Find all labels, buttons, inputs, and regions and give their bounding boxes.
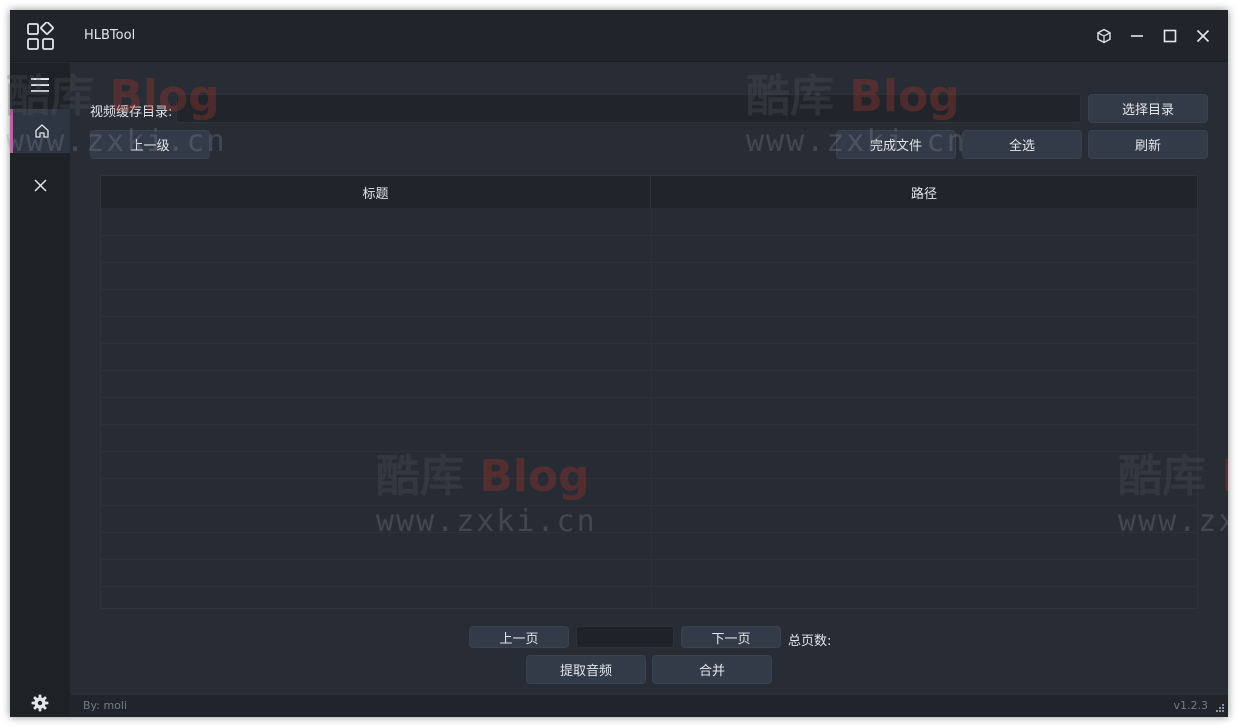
gear-icon [31, 694, 49, 712]
app-window: HLBTool 视频缓存目录: 选择目录 上一级 完成文件 全选 刷新 标题 路… [6, 10, 1228, 717]
column-header-title[interactable]: 标题 [101, 176, 651, 208]
file-table[interactable]: 标题 路径 [100, 175, 1198, 609]
select-all-button[interactable]: 全选 [962, 130, 1082, 159]
page-number-input[interactable] [576, 626, 674, 648]
settings-button[interactable] [10, 681, 70, 725]
up-level-button[interactable]: 上一级 [90, 130, 210, 159]
row-divider [101, 370, 1197, 371]
status-bar: By: moli v1.2.3 [70, 695, 1228, 717]
row-divider [101, 532, 1197, 533]
minimize-icon [1131, 35, 1143, 37]
extract-audio-button[interactable]: 提取音频 [526, 655, 646, 684]
done-files-button[interactable]: 完成文件 [836, 130, 956, 159]
maximize-button[interactable] [1157, 23, 1183, 49]
resize-grip-icon[interactable] [1214, 704, 1224, 714]
row-divider [101, 343, 1197, 344]
hamburger-menu-icon [31, 78, 49, 92]
row-divider [101, 505, 1197, 506]
app-grid-icon [27, 22, 54, 50]
main-content: 视频缓存目录: 选择目录 上一级 完成文件 全选 刷新 标题 路径 上一页 下一… [70, 63, 1228, 695]
row-divider [101, 478, 1197, 479]
row-divider [101, 316, 1197, 317]
column-divider [651, 208, 652, 608]
total-pages-label: 总页数: [788, 634, 832, 649]
sidebar [10, 63, 70, 717]
row-divider [101, 559, 1197, 560]
refresh-button[interactable]: 刷新 [1088, 130, 1208, 159]
row-divider [101, 451, 1197, 452]
sidebar-item-close[interactable] [10, 163, 70, 207]
close-icon [33, 178, 47, 192]
close-window-button[interactable] [1190, 23, 1216, 49]
select-dir-button[interactable]: 选择目录 [1088, 94, 1208, 123]
minimize-button[interactable] [1124, 23, 1150, 49]
row-divider [101, 424, 1197, 425]
next-page-button[interactable]: 下一页 [681, 626, 781, 648]
app-title: HLBTool [84, 28, 136, 43]
version-label: v1.2.3 [1173, 699, 1209, 712]
close-icon [1196, 29, 1210, 43]
menu-toggle-button[interactable] [10, 63, 70, 107]
table-header: 标题 路径 [101, 176, 1197, 208]
column-header-path[interactable]: 路径 [651, 176, 1197, 208]
row-divider [101, 262, 1197, 263]
cube-button[interactable] [1091, 23, 1117, 49]
row-divider [101, 586, 1197, 587]
cube-icon [1097, 28, 1111, 44]
merge-button[interactable]: 合并 [652, 655, 772, 684]
table-body [101, 208, 1197, 608]
author-label: By: moli [83, 699, 128, 712]
row-divider [101, 289, 1197, 290]
home-icon [34, 124, 49, 138]
row-divider [101, 235, 1197, 236]
cache-dir-input[interactable] [176, 94, 1081, 123]
title-bar: HLBTool [10, 10, 1228, 62]
cache-dir-label: 视频缓存目录: [90, 105, 173, 120]
prev-page-button[interactable]: 上一页 [469, 626, 569, 648]
row-divider [101, 397, 1197, 398]
sidebar-item-home[interactable] [10, 109, 70, 153]
maximize-icon [1163, 29, 1177, 43]
